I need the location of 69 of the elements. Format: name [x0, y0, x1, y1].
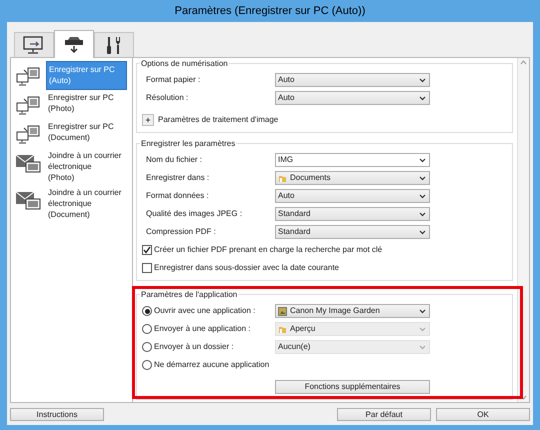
tab[interactable]: [94, 32, 134, 57]
dropdown-value: Canon My Image Garden: [290, 306, 381, 316]
footer-button[interactable]: OK: [436, 408, 530, 420]
dropdown-value: Standard: [278, 227, 312, 237]
window-title: Paramètres (Enregistrer sur PC (Auto)): [174, 4, 366, 19]
dropdown[interactable]: Documents: [275, 171, 430, 185]
dropdown-value: Standard: [278, 209, 312, 219]
chevron-down-icon: [419, 176, 426, 180]
sidebar-item[interactable]: Joindre à un courrier électronique (Photo): [46, 148, 127, 185]
footer-button[interactable]: Instructions: [10, 408, 104, 420]
dropdown-value: Auto: [278, 93, 296, 103]
combo-box[interactable]: IMG: [275, 153, 430, 167]
dropdown-value: Documents: [290, 173, 332, 183]
dropdown-value: IMG: [278, 155, 294, 165]
dropdown[interactable]: Auto: [275, 189, 430, 203]
chevron-down-icon: [419, 308, 426, 314]
chevron-down-icon: [419, 78, 426, 82]
dropdown[interactable]: Canon My Image Garden: [275, 304, 430, 318]
scrollbar[interactable]: [517, 58, 529, 402]
radio-button[interactable]: [142, 306, 152, 316]
radio-label: Ouvrir avec une application :: [154, 305, 256, 317]
group-title: Paramètres de l'application: [140, 289, 238, 300]
expander-label: Paramètres de traitement d'image: [158, 114, 278, 126]
checkmark-icon: [143, 246, 151, 254]
dropdown[interactable]: Standard: [275, 207, 430, 221]
sidebar-item[interactable]: Joindre à un courrier électronique (Document): [46, 185, 127, 222]
dropdown-value: Auto: [278, 75, 296, 85]
chevron-down-icon: [419, 212, 426, 216]
dropdown[interactable]: Auto: [275, 73, 430, 87]
folder-icon: [278, 324, 287, 334]
dropdown[interactable]: Auto: [275, 91, 430, 105]
field-label: Format papier :: [146, 75, 200, 84]
field-label: Enregistrer dans :: [146, 173, 210, 182]
checkbox[interactable]: [142, 245, 152, 255]
checkbox-label: Enregistrer dans sous-dossier avec la date courante: [154, 262, 339, 274]
tab[interactable]: [14, 32, 54, 57]
field-label: Format données :: [146, 191, 209, 200]
chevron-down-icon: [419, 326, 426, 332]
tab[interactable]: [54, 30, 94, 58]
field-label: Compression PDF :: [146, 227, 216, 236]
radio-label: Envoyer à un dossier :: [154, 341, 234, 353]
folder-icon: [278, 174, 287, 182]
scroll-down-icon: [520, 395, 527, 400]
group-title: Options de numérisation: [140, 58, 229, 69]
dropdown[interactable]: Standard: [275, 225, 430, 239]
expand-button[interactable]: +: [142, 114, 154, 126]
radio-label: Envoyer à une application :: [154, 323, 251, 335]
dropdown-value: Aucun(e): [278, 342, 312, 352]
group-title: Enregistrer les paramètres: [140, 138, 236, 149]
app-icon: [278, 306, 287, 316]
field-label: Nom du fichier :: [146, 155, 202, 164]
field-label: Qualité des images JPEG :: [146, 209, 242, 218]
chevron-down-icon: [419, 158, 426, 162]
chevron-down-icon: [419, 194, 426, 198]
chevron-down-icon: [419, 230, 426, 234]
chevron-down-icon: [419, 96, 426, 100]
radio-button[interactable]: [142, 360, 152, 370]
footer-button[interactable]: Par défaut: [337, 408, 431, 420]
scroll-up-icon: [520, 60, 527, 65]
checkbox[interactable]: [142, 263, 152, 273]
sidebar-item[interactable]: Enregistrer sur PC (Photo): [46, 90, 127, 116]
extra-functions-button[interactable]: Fonctions supplémentaires: [275, 380, 430, 394]
dropdown-value: Auto: [278, 191, 296, 201]
sidebar-item[interactable]: Enregistrer sur PC (Document): [46, 119, 127, 145]
radio-label: Ne démarrez aucune application: [154, 359, 270, 371]
chevron-down-icon: [419, 344, 426, 350]
dropdown-value: Aperçu: [290, 324, 316, 334]
field-label: Résolution :: [146, 93, 188, 102]
checkbox-label: Créer un fichier PDF prenant en charge la recherche par mot clé: [154, 244, 382, 256]
